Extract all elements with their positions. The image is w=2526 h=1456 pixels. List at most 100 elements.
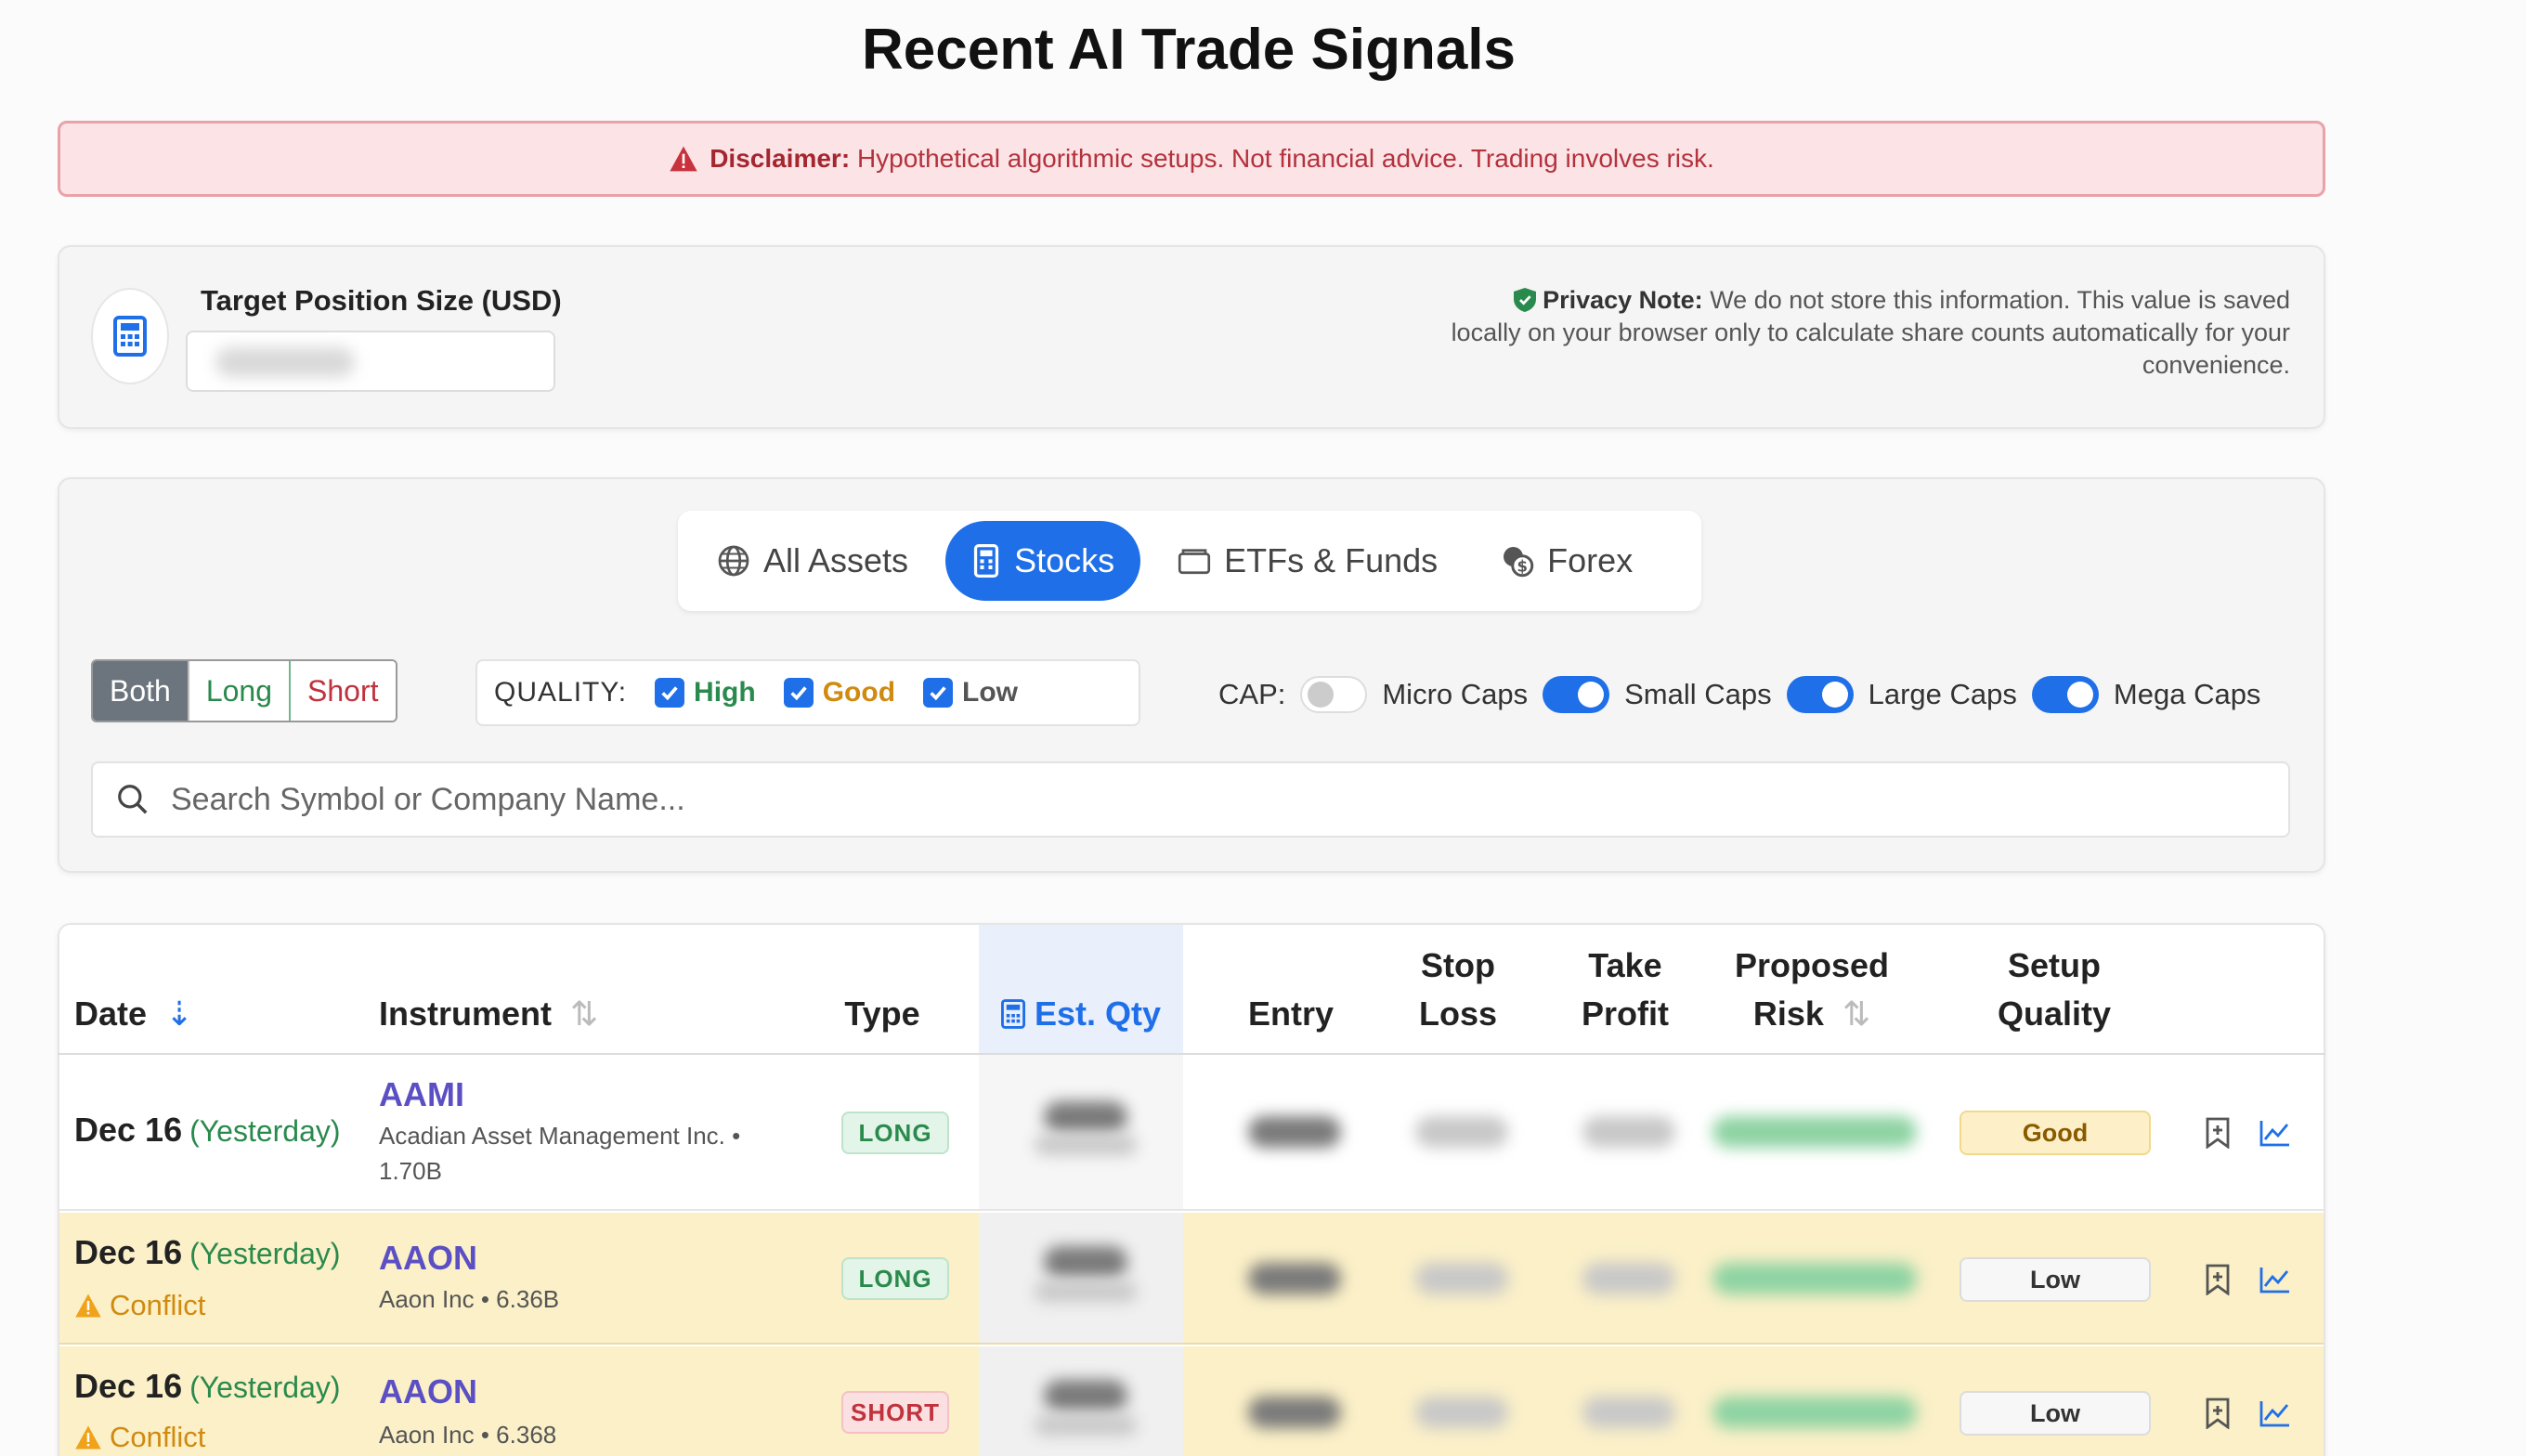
calculator-badge bbox=[91, 288, 169, 384]
conflict-label: Conflict bbox=[110, 1289, 206, 1321]
setup-quality-header-line1: Setup bbox=[2007, 946, 2101, 984]
qty-cell bbox=[979, 1213, 1183, 1343]
quality-good-label: Good bbox=[822, 677, 896, 708]
redacted-risk bbox=[1712, 1263, 1917, 1294]
search-icon bbox=[118, 785, 148, 814]
conflict-warning: Conflict bbox=[74, 1421, 205, 1454]
date-header-label: Date bbox=[74, 994, 148, 1033]
direction-long-button[interactable]: Long bbox=[189, 661, 292, 721]
est-qty-header: Est. Qty bbox=[979, 990, 1183, 1038]
redacted-qty bbox=[1044, 1101, 1127, 1133]
redacted-entry bbox=[1248, 1397, 1341, 1428]
date-relative: (Yesterday) bbox=[189, 1114, 341, 1148]
proposed-risk-header-line2: Risk bbox=[1752, 994, 1824, 1033]
quality-high-checkbox[interactable]: High bbox=[655, 677, 756, 708]
redacted-qty-sub bbox=[1035, 1281, 1137, 1302]
warning-icon bbox=[670, 146, 697, 172]
redacted-qty-sub bbox=[1035, 1415, 1137, 1436]
micro-caps-label: Micro Caps bbox=[1382, 678, 1529, 710]
checkbox-checked-icon bbox=[783, 678, 814, 708]
small-caps-toggle[interactable] bbox=[1543, 676, 1610, 713]
tab-forex[interactable]: $ Forex bbox=[1475, 521, 1659, 601]
bookmark-icon[interactable] bbox=[2199, 1114, 2236, 1151]
proposed-risk-header-line1: Proposed bbox=[1734, 946, 1890, 984]
conflict-label: Conflict bbox=[110, 1421, 206, 1453]
table-row[interactable]: Dec 16 (Yesterday) Conflict AAON Aaon Inc… bbox=[59, 1213, 2324, 1345]
direction-short-button[interactable]: Short bbox=[291, 661, 396, 721]
cap-filter: CAP: Micro Caps Small Caps Large Caps Me… bbox=[1218, 670, 2260, 719]
date-value: Dec 16 bbox=[74, 1367, 183, 1405]
setup-quality-badge: Low bbox=[1960, 1257, 2151, 1302]
sort-icon: ⇅ bbox=[1842, 994, 1871, 1033]
redacted-risk bbox=[1712, 1397, 1917, 1428]
row-symbol[interactable]: AAON bbox=[379, 1239, 477, 1278]
instrument-header-label: Instrument bbox=[379, 994, 553, 1033]
row-symbol[interactable]: AAON bbox=[379, 1372, 477, 1411]
direction-both-button[interactable]: Both bbox=[93, 661, 189, 721]
page-title: Recent AI Trade Signals bbox=[861, 18, 1517, 82]
row-date: Dec 16 (Yesterday) bbox=[74, 1233, 341, 1272]
shield-icon bbox=[1513, 288, 1536, 312]
privacy-note: Privacy Note: We do not store this infor… bbox=[1449, 284, 2290, 382]
micro-caps-toggle[interactable] bbox=[1300, 676, 1368, 713]
quality-good-checkbox[interactable]: Good bbox=[783, 677, 896, 708]
quality-filter: QUALITY: High Good Low bbox=[475, 659, 1140, 726]
redacted-value bbox=[215, 347, 355, 377]
quality-low-checkbox[interactable]: Low bbox=[923, 677, 1018, 708]
setup-quality-header: Setup Quality bbox=[1961, 942, 2147, 1038]
setup-quality-header-line2: Quality bbox=[1997, 994, 2112, 1033]
date-header[interactable]: Date ⇣ bbox=[74, 990, 193, 1038]
redacted-entry bbox=[1248, 1116, 1341, 1148]
redacted-stop-loss bbox=[1415, 1397, 1508, 1428]
redacted-qty bbox=[1044, 1246, 1127, 1278]
tab-all-assets[interactable]: All Assets bbox=[691, 521, 934, 601]
tab-stocks[interactable]: Stocks bbox=[945, 521, 1141, 601]
large-caps-label: Large Caps bbox=[1868, 678, 2017, 710]
direction-filter: Both Long Short bbox=[91, 659, 397, 722]
warning-icon bbox=[75, 1425, 101, 1450]
calculator-icon bbox=[1000, 999, 1025, 1029]
calculator-icon bbox=[113, 316, 147, 357]
quality-label: QUALITY: bbox=[494, 677, 628, 708]
search-input[interactable]: Search Symbol or Company Name... bbox=[91, 761, 2290, 838]
cap-label: CAP: bbox=[1218, 678, 1286, 710]
position-size-input[interactable] bbox=[186, 331, 555, 392]
row-symbol[interactable]: AAMI bbox=[379, 1075, 464, 1114]
stop-loss-header-line1: Stop bbox=[1421, 946, 1495, 984]
date-relative: (Yesterday) bbox=[189, 1371, 341, 1404]
tab-label: All Assets bbox=[763, 541, 909, 579]
large-caps-toggle[interactable] bbox=[1786, 676, 1854, 713]
chart-icon[interactable] bbox=[2257, 1261, 2294, 1298]
quality-high-label: High bbox=[694, 677, 756, 708]
redacted-qty bbox=[1044, 1380, 1127, 1411]
date-value: Dec 16 bbox=[74, 1233, 183, 1271]
chart-icon[interactable] bbox=[2257, 1114, 2294, 1151]
mega-caps-label: Mega Caps bbox=[2113, 678, 2261, 710]
setup-quality-badge: Good bbox=[1960, 1111, 2151, 1155]
checkbox-checked-icon bbox=[655, 678, 685, 708]
row-company: Aaon Inc • 6.368 bbox=[379, 1421, 557, 1449]
tab-label: Forex bbox=[1547, 541, 1634, 579]
take-profit-header-line2: Profit bbox=[1582, 994, 1669, 1033]
type-badge: SHORT bbox=[841, 1391, 949, 1434]
warning-icon bbox=[75, 1294, 101, 1318]
mega-caps-toggle[interactable] bbox=[2031, 676, 2099, 713]
search-placeholder: Search Symbol or Company Name... bbox=[171, 781, 685, 817]
redacted-risk bbox=[1712, 1116, 1917, 1148]
tab-etfs-funds[interactable]: ETFs & Funds bbox=[1152, 521, 1464, 601]
table-row[interactable]: Dec 16 (Yesterday) Conflict AAON Aaon Inc… bbox=[59, 1346, 2324, 1456]
disclaimer-text: Hypothetical algorithmic setups. Not fin… bbox=[856, 144, 1714, 173]
asset-tabs: All Assets Stocks ETFs & Funds $ Forex bbox=[678, 511, 1701, 611]
chart-icon[interactable] bbox=[2257, 1395, 2294, 1432]
bookmark-icon[interactable] bbox=[2199, 1395, 2236, 1432]
table-row[interactable]: Dec 16 (Yesterday) AAMI Acadian Asset Man… bbox=[59, 1055, 2324, 1211]
redacted-take-profit bbox=[1582, 1116, 1675, 1148]
redacted-entry bbox=[1248, 1263, 1341, 1294]
bookmark-icon[interactable] bbox=[2199, 1261, 2236, 1298]
row-company: Acadian Asset Management Inc. • 1.70B bbox=[379, 1122, 741, 1185]
setup-quality-badge: Low bbox=[1960, 1391, 2151, 1436]
globe-icon bbox=[718, 545, 749, 577]
instrument-header[interactable]: Instrument ⇅ bbox=[379, 990, 598, 1038]
take-profit-header: Take Profit bbox=[1551, 942, 1699, 1038]
proposed-risk-header[interactable]: Proposed Risk ⇅ bbox=[1714, 942, 1909, 1038]
